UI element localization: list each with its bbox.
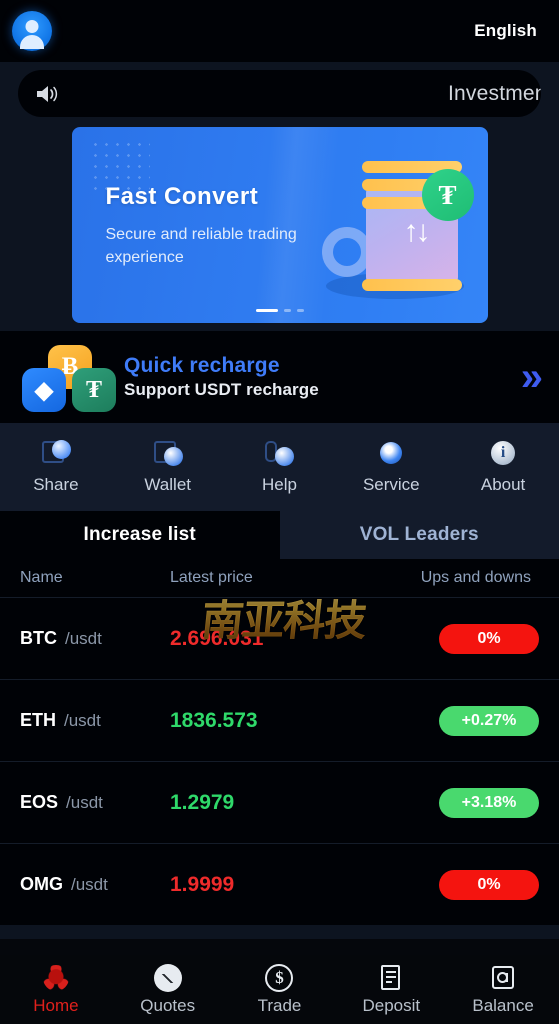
- illustration-coin-bar: [361, 279, 462, 291]
- latest-price: 1.2979: [170, 790, 235, 814]
- coin-pair: /usdt: [64, 711, 101, 730]
- recharge-texts: Quick recharge Support USDT recharge: [124, 354, 319, 400]
- app-screen: English Investment Fast Convert Secure a…: [0, 0, 559, 1024]
- tab-increase-list[interactable]: Increase list: [0, 511, 280, 559]
- bottom-navigation: Home Quotes $ Trade Deposit Balance: [0, 955, 559, 1024]
- announcement-text: Investment: [448, 81, 541, 105]
- market-tabs: Increase list VOL Leaders: [0, 511, 559, 559]
- menu-label: Wallet: [144, 474, 191, 494]
- table-row[interactable]: OMG/usdt 1.9999 0%: [0, 843, 559, 925]
- recharge-subtitle: Support USDT recharge: [124, 380, 319, 399]
- latest-price: 1836.573: [170, 708, 258, 732]
- coin-symbol: OMG: [20, 874, 63, 894]
- recharge-title: Quick recharge: [124, 354, 280, 377]
- menu-label: Share: [33, 474, 79, 494]
- carousel-dot[interactable]: [296, 309, 304, 312]
- info-icon: i: [487, 440, 519, 470]
- tether-coin-icon: ₮: [421, 169, 474, 221]
- quick-menu-row: Share Wallet Help Service i About: [0, 423, 559, 511]
- status-badge: 0%: [439, 869, 539, 900]
- coin-pair: /usdt: [65, 629, 102, 648]
- nav-label: Quotes: [140, 996, 196, 1015]
- coin-pair: /usdt: [66, 793, 103, 812]
- share-icon: [40, 439, 72, 470]
- column-header-name: Name: [20, 569, 63, 586]
- banner-illustration: ↑↓ ₮: [321, 139, 474, 311]
- menu-item-about[interactable]: i About: [447, 440, 559, 495]
- banner-carousel-container: Fast Convert Secure and reliable trading…: [0, 127, 559, 331]
- coin-symbol: EOS: [20, 792, 59, 812]
- nav-item-balance[interactable]: Balance: [447, 963, 559, 1016]
- wallet-icon: [152, 440, 184, 470]
- ethereum-icon: ◆: [22, 368, 66, 412]
- speaker-icon: [34, 83, 60, 105]
- pair-name: EOS/usdt: [20, 792, 170, 813]
- latest-price: 1.9999: [170, 872, 235, 896]
- promo-banner-slide[interactable]: Fast Convert Secure and reliable trading…: [71, 127, 488, 323]
- coin-stack-icons: Ƀ ◆ ₮: [22, 345, 118, 412]
- list-bottom-spacer: [0, 925, 559, 939]
- carousel-indicators[interactable]: [255, 309, 304, 312]
- announcement-bar[interactable]: Investment: [18, 70, 541, 117]
- quick-recharge-banner[interactable]: Ƀ ◆ ₮ Quick recharge Support USDT rechar…: [0, 331, 559, 423]
- language-selector[interactable]: English: [474, 21, 537, 41]
- menu-label: Service: [362, 474, 420, 494]
- pair-name: BTC/usdt: [20, 628, 170, 649]
- table-row[interactable]: ETH/usdt 1836.573 +0.27%: [0, 679, 559, 761]
- coin-pair: /usdt: [71, 875, 108, 894]
- swap-arrows-icon: ↑↓: [403, 215, 431, 248]
- price-cell: 2.696.031: [170, 627, 439, 651]
- price-cell: 1.2979: [170, 791, 439, 815]
- column-header-price: Latest price: [170, 569, 253, 586]
- price-cell: 1.9999: [170, 873, 439, 897]
- nav-item-deposit[interactable]: Deposit: [335, 963, 447, 1016]
- user-avatar-icon[interactable]: [12, 11, 52, 51]
- market-table-header: Name Latest price Ups and downs: [0, 559, 559, 597]
- menu-label: About: [480, 474, 526, 494]
- banner-subtitle: Secure and reliable trading experience: [105, 226, 297, 267]
- tab-vol-leaders[interactable]: VOL Leaders: [279, 511, 559, 559]
- notice-bar-container: Investment: [0, 62, 559, 127]
- menu-item-help[interactable]: Help: [224, 440, 336, 495]
- coin-symbol: ETH: [20, 710, 56, 730]
- illustration-ring: [321, 227, 372, 277]
- banner-title: Fast Convert: [105, 183, 259, 210]
- status-badge: +0.27%: [439, 705, 539, 736]
- menu-label: Help: [262, 474, 297, 494]
- safe-box-icon: [488, 963, 518, 993]
- pair-name: OMG/usdt: [20, 874, 170, 895]
- table-row[interactable]: EOS/usdt 1.2979 +3.18%: [0, 761, 559, 843]
- carousel-dot-active[interactable]: [255, 309, 278, 312]
- table-row[interactable]: 南亚科技 BTC/usdt 2.696.031 0%: [0, 597, 559, 679]
- chevron-right-icon[interactable]: »: [521, 357, 543, 397]
- status-badge: 0%: [439, 623, 539, 654]
- help-icon: [263, 440, 295, 470]
- nav-label: Deposit: [362, 996, 421, 1015]
- quotes-chart-icon: [153, 963, 183, 993]
- top-bar: English: [0, 0, 559, 62]
- nav-item-home[interactable]: Home: [0, 963, 112, 1016]
- menu-item-wallet[interactable]: Wallet: [112, 440, 224, 495]
- nav-label: Trade: [257, 996, 302, 1015]
- market-list: Name Latest price Ups and downs 南亚科技 BTC…: [0, 559, 559, 925]
- coin-symbol: BTC: [20, 628, 57, 648]
- usdt-icon: ₮: [72, 368, 116, 412]
- service-icon: [375, 440, 407, 470]
- document-icon: [376, 963, 406, 993]
- carousel-dot[interactable]: [283, 309, 291, 312]
- latest-price: 2.696.031: [170, 626, 264, 650]
- nav-item-quotes[interactable]: Quotes: [112, 963, 224, 1016]
- nav-item-trade[interactable]: $ Trade: [224, 963, 336, 1016]
- nav-label: Home: [33, 996, 79, 1015]
- status-badge: +3.18%: [439, 787, 539, 818]
- price-cell: 1836.573: [170, 709, 439, 733]
- pair-name: ETH/usdt: [20, 710, 170, 731]
- nav-label: Balance: [472, 996, 534, 1015]
- home-icon: [41, 963, 71, 993]
- column-header-change: Ups and downs: [420, 569, 531, 586]
- dollar-coin-icon: $: [264, 963, 294, 993]
- menu-item-service[interactable]: Service: [335, 440, 447, 495]
- menu-item-share[interactable]: Share: [0, 439, 112, 495]
